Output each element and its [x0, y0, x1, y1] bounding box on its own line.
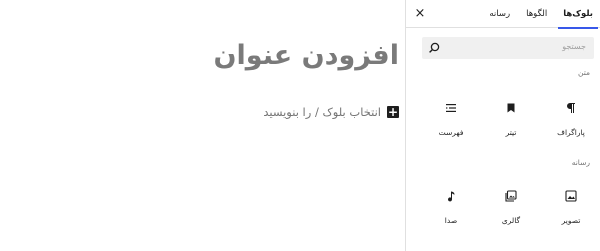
block-grid-text: پاراگراف تیتر فهرست: [424, 80, 596, 150]
paragraph-icon: [567, 103, 575, 113]
tab-blocks[interactable]: بلوک‌ها: [555, 0, 600, 29]
bookmark-icon: [507, 103, 515, 113]
search-placeholder: جستجو: [562, 42, 586, 51]
post-title-input[interactable]: افزودن عنوان: [213, 40, 399, 71]
list-icon: [446, 104, 456, 112]
audio-icon: [448, 191, 455, 202]
block-label: گالری: [501, 216, 521, 225]
editor-canvas: افزودن عنوان + انتخاب بلوک / را بنویسید: [0, 0, 405, 251]
block-item-heading[interactable]: تیتر: [486, 80, 536, 150]
inserter-header: × بلوک‌ها الگوها رسانه: [406, 0, 600, 29]
tab-media[interactable]: رسانه: [481, 0, 518, 28]
block-label: صدا: [444, 216, 458, 225]
block-label: تصویر: [561, 216, 581, 225]
block-inserter-panel: × بلوک‌ها الگوها رسانه جستجو متن پاراگرا…: [405, 0, 600, 251]
close-icon: ×: [414, 5, 426, 21]
block-item-audio[interactable]: صدا: [426, 168, 476, 238]
add-block-button[interactable]: +: [387, 106, 399, 118]
block-label: تیتر: [505, 128, 517, 137]
category-title-text: متن: [578, 68, 590, 77]
block-label: پاراگراف: [557, 128, 585, 137]
inserter-tabs: بلوک‌ها الگوها رسانه: [481, 0, 600, 29]
close-inserter-button[interactable]: ×: [412, 5, 428, 21]
appender-placeholder[interactable]: انتخاب بلوک / را بنویسید: [263, 105, 381, 119]
block-item-list[interactable]: فهرست: [426, 80, 476, 150]
tab-patterns[interactable]: الگوها: [518, 0, 555, 28]
category-title-media: رسانه: [571, 158, 590, 167]
block-label: فهرست: [438, 128, 464, 137]
block-appender[interactable]: + انتخاب بلوک / را بنویسید: [263, 104, 399, 120]
search-icon: [429, 42, 440, 53]
block-item-gallery[interactable]: گالری: [486, 168, 536, 238]
block-grid-media: تصویر گالری صدا: [424, 168, 596, 238]
block-item-paragraph[interactable]: پاراگراف: [546, 80, 596, 150]
gallery-icon: [505, 190, 517, 202]
image-icon: [565, 190, 577, 202]
block-search-input[interactable]: جستجو: [422, 37, 594, 59]
block-item-image[interactable]: تصویر: [546, 168, 596, 238]
